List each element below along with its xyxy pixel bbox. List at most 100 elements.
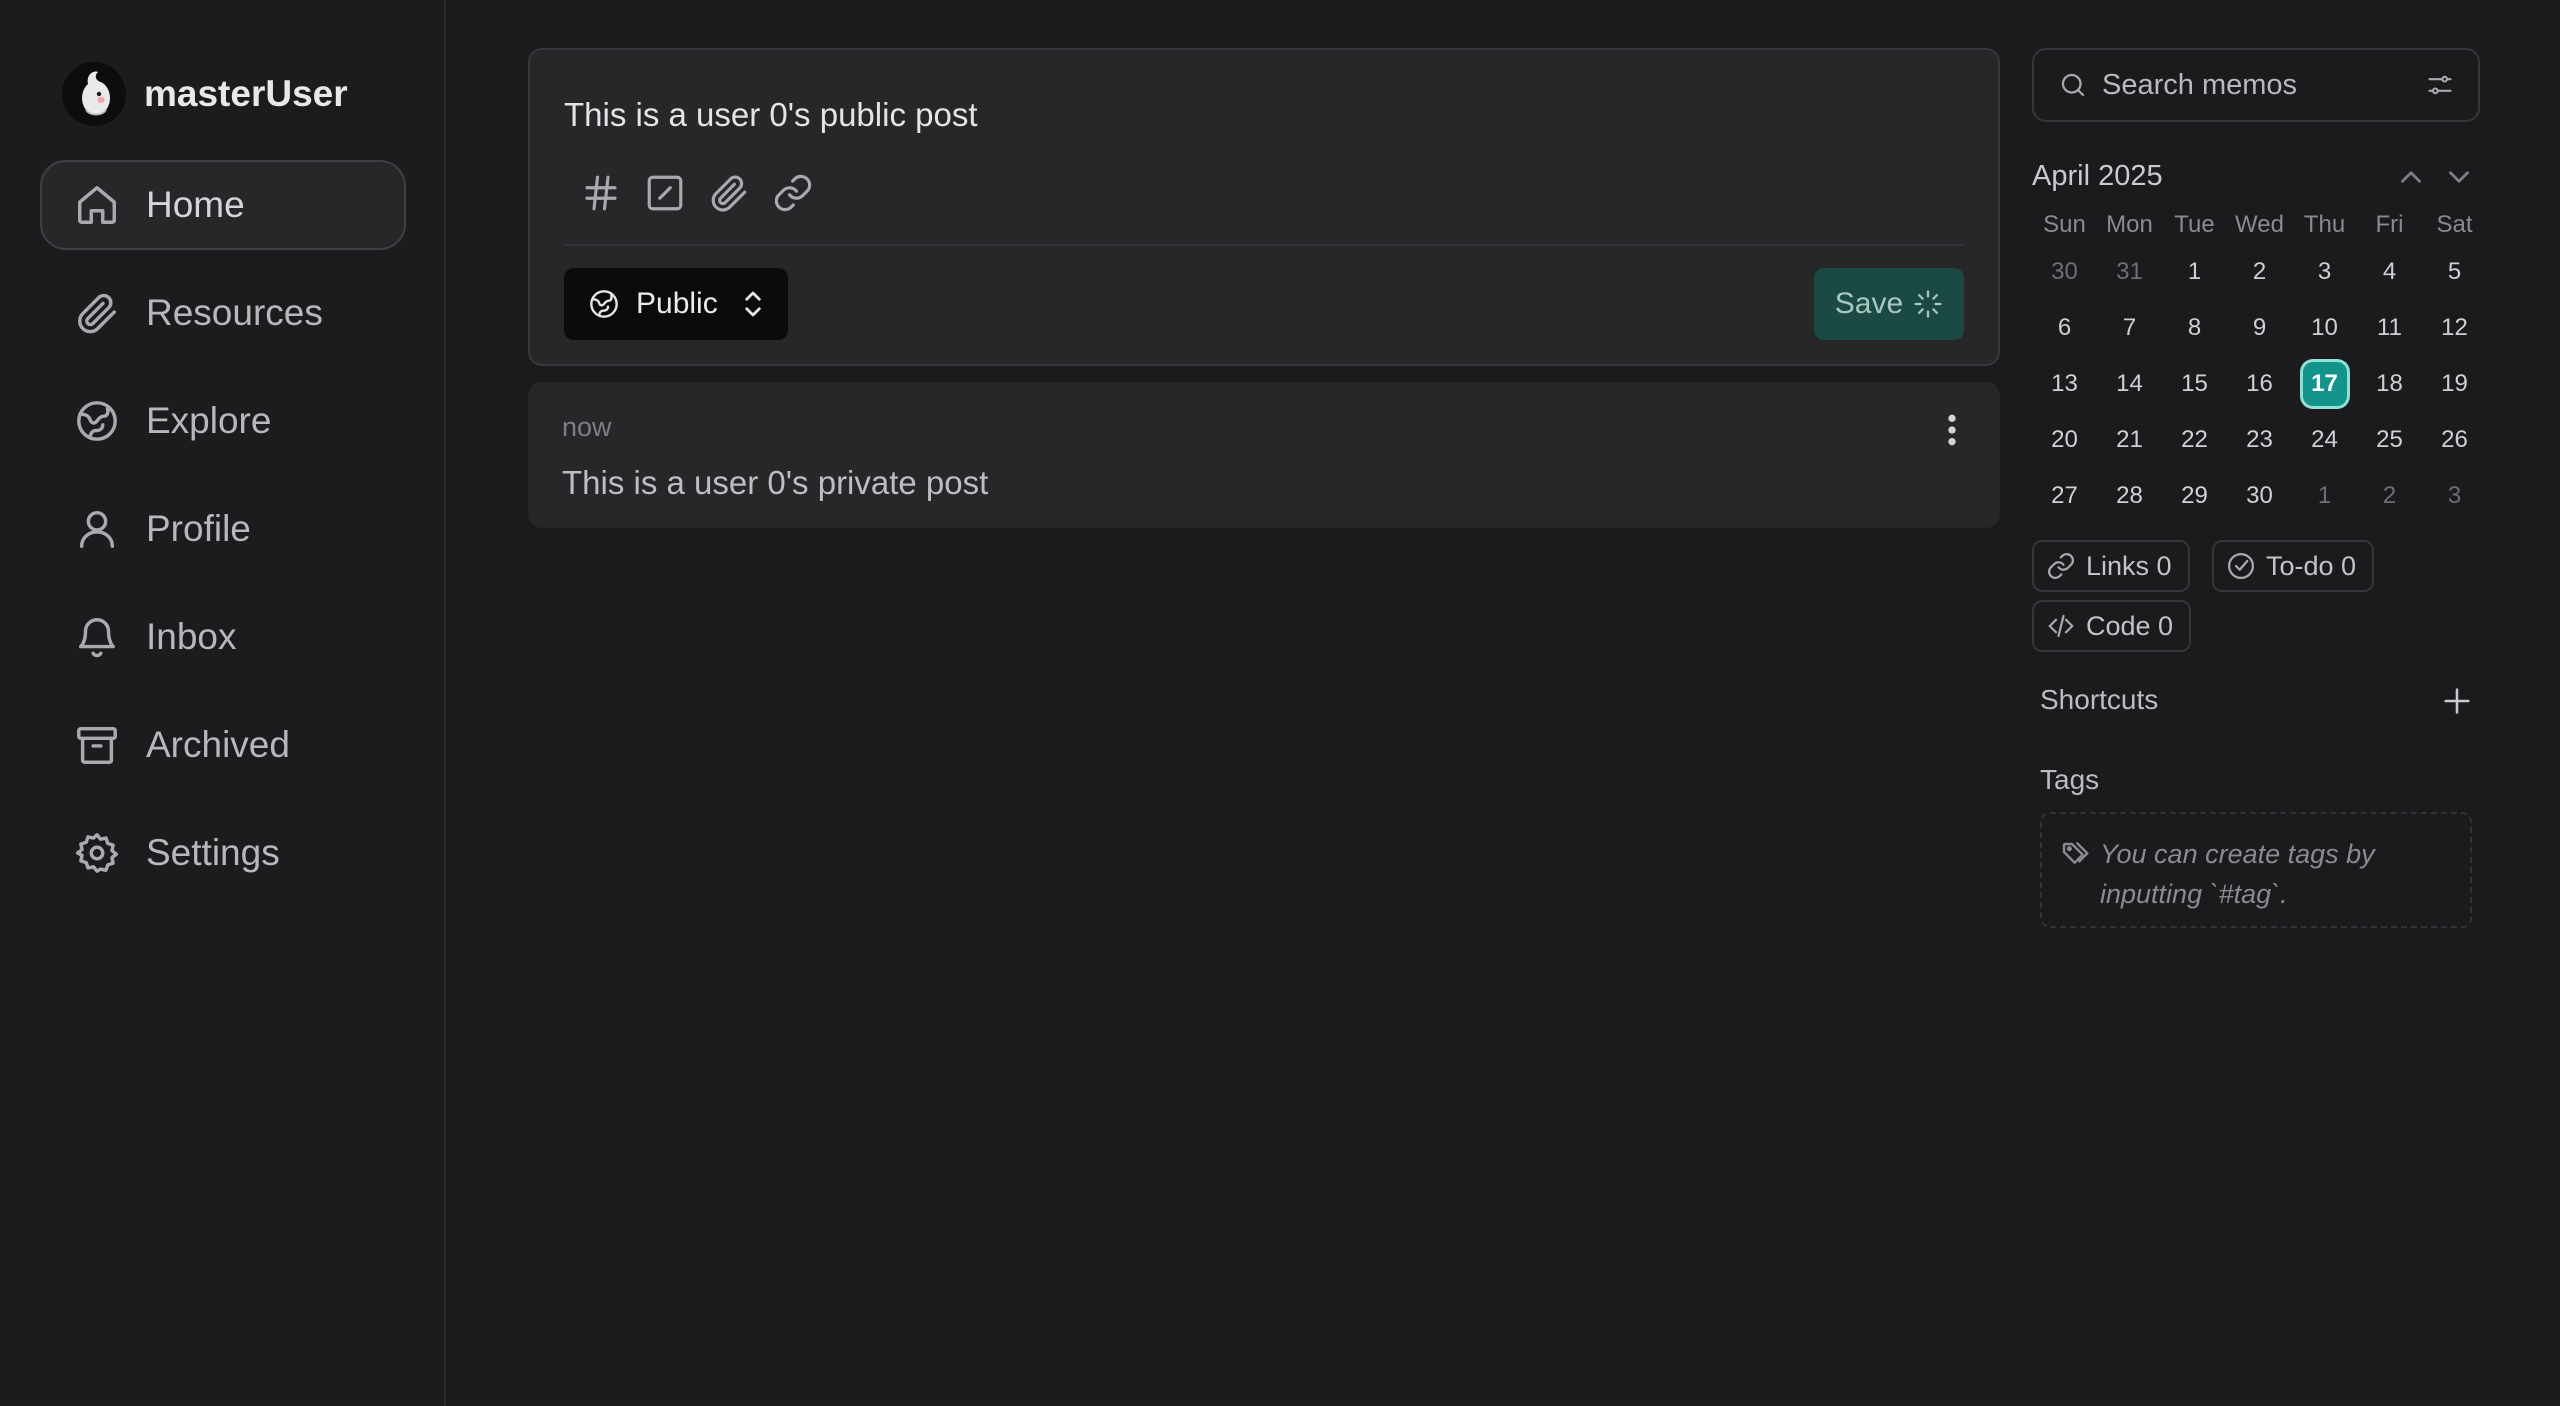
hash-icon[interactable] bbox=[580, 172, 622, 214]
calendar-day[interactable]: 26 bbox=[2422, 412, 2487, 468]
calendar-day[interactable]: 2 bbox=[2227, 244, 2292, 300]
globe-icon bbox=[77, 401, 117, 441]
sidebar-item-explore[interactable]: Explore bbox=[40, 376, 406, 466]
calendar-day[interactable]: 4 bbox=[2357, 244, 2422, 300]
save-button[interactable]: Save bbox=[1814, 268, 1964, 340]
calendar-day[interactable]: 15 bbox=[2162, 356, 2227, 412]
search-icon bbox=[2061, 73, 2085, 97]
chevron-up-down-icon bbox=[745, 291, 761, 317]
calendar-day[interactable]: 22 bbox=[2162, 412, 2227, 468]
calendar-day[interactable]: 27 bbox=[2032, 468, 2097, 524]
calendar-day[interactable]: 13 bbox=[2032, 356, 2097, 412]
calendar-day[interactable]: 14 bbox=[2097, 356, 2162, 412]
calendar-day[interactable]: 29 bbox=[2162, 468, 2227, 524]
plus-icon[interactable] bbox=[2440, 684, 2474, 718]
user-icon bbox=[79, 510, 115, 548]
memo-timestamp: now bbox=[562, 412, 612, 442]
calendar-title: April 2025 bbox=[2032, 160, 2163, 192]
calendar-day[interactable]: 16 bbox=[2227, 356, 2292, 412]
link-icon[interactable] bbox=[772, 172, 814, 214]
calendar-day-number: 6 bbox=[2057, 314, 2072, 341]
check-circle-icon bbox=[2228, 553, 2254, 579]
calendar-day[interactable]: 3 bbox=[2422, 468, 2487, 524]
links-stat[interactable]: Links 0 bbox=[2032, 540, 2190, 592]
search-input[interactable]: Search memos bbox=[2102, 69, 2426, 102]
tags-empty-hint: You can create tags by inputting `#tag`. bbox=[2040, 812, 2472, 928]
calendar-day[interactable]: 11 bbox=[2357, 300, 2422, 356]
calendar-day[interactable]: 3 bbox=[2292, 244, 2357, 300]
calendar-day-number: 21 bbox=[2116, 426, 2143, 453]
todo-stat[interactable]: To-do 0 bbox=[2212, 540, 2375, 592]
paperclip-icon bbox=[78, 293, 116, 334]
calendar-day[interactable]: 8 bbox=[2162, 300, 2227, 356]
save-label: Save bbox=[1834, 287, 1904, 320]
calendar-day-number: 14 bbox=[2116, 370, 2143, 397]
editor-input[interactable]: This is a user 0's public post bbox=[564, 96, 977, 134]
bell-icon bbox=[78, 618, 116, 658]
calendar-day[interactable]: 5 bbox=[2422, 244, 2487, 300]
calendar-day[interactable]: 7 bbox=[2097, 300, 2162, 356]
calendar-day[interactable]: 6 bbox=[2032, 300, 2097, 356]
calendar-day-number: 7 bbox=[2122, 314, 2137, 341]
calendar-day[interactable]: 2 bbox=[2357, 468, 2422, 524]
calendar-day[interactable]: 12 bbox=[2422, 300, 2487, 356]
sidebar-item-label: Archived bbox=[146, 724, 290, 765]
calendar-day[interactable]: 30 bbox=[2032, 244, 2097, 300]
sidebar-item-resources[interactable]: Resources bbox=[40, 268, 406, 358]
calendar-day[interactable]: 21 bbox=[2097, 412, 2162, 468]
calendar-day-number: 26 bbox=[2441, 426, 2468, 453]
archive-icon bbox=[77, 726, 117, 764]
user-profile[interactable]: masterUser bbox=[62, 62, 348, 126]
code-stat[interactable]: Code 0 bbox=[2032, 600, 2192, 652]
loader-icon bbox=[1914, 290, 1942, 318]
sidebar-item-settings[interactable]: Settings bbox=[40, 808, 406, 898]
calendar-day-number: 3 bbox=[2317, 258, 2332, 285]
sidebar-item-home[interactable]: Home bbox=[40, 160, 406, 250]
search-memos[interactable]: Search memos bbox=[2032, 48, 2480, 122]
calendar-day-number: 8 bbox=[2187, 314, 2202, 341]
calendar-day[interactable]: 25 bbox=[2357, 412, 2422, 468]
calendar-day[interactable]: 28 bbox=[2097, 468, 2162, 524]
calendar-day[interactable]: 9 bbox=[2227, 300, 2292, 356]
calendar-day[interactable]: 1 bbox=[2292, 468, 2357, 524]
sidebar-item-inbox[interactable]: Inbox bbox=[40, 592, 406, 682]
sidebar-item-label: Explore bbox=[146, 400, 272, 441]
chevron-up-icon[interactable] bbox=[2394, 160, 2428, 194]
calendar-day[interactable]: 30 bbox=[2227, 468, 2292, 524]
calendar-day-number: 23 bbox=[2246, 426, 2273, 453]
editor-toolbar bbox=[580, 172, 836, 214]
weekday-label: Tue bbox=[2174, 211, 2215, 238]
memo-content: This is a user 0's private post bbox=[562, 464, 989, 501]
calendar-day[interactable]: 1 bbox=[2162, 244, 2227, 300]
calendar-day[interactable]: 19 bbox=[2422, 356, 2487, 412]
calendar-day[interactable]: 31 bbox=[2097, 244, 2162, 300]
code-icon bbox=[2048, 614, 2074, 638]
sidebar-item-profile[interactable]: Profile bbox=[40, 484, 406, 574]
weekday-label: Thu bbox=[2303, 211, 2346, 238]
weekday-label: Wed bbox=[2235, 211, 2284, 238]
calendar-day-number: 17 bbox=[2302, 362, 2347, 406]
paperclip-icon[interactable] bbox=[708, 172, 750, 214]
calendar-day-number: 1 bbox=[2187, 258, 2202, 285]
calendar-day[interactable]: 18 bbox=[2357, 356, 2422, 412]
calendar-day[interactable]: 24 bbox=[2292, 412, 2357, 468]
checkbox-icon[interactable] bbox=[644, 172, 686, 214]
calendar-day[interactable]: 20 bbox=[2032, 412, 2097, 468]
todo-label: To-do 0 bbox=[2266, 550, 2357, 581]
calendar-day[interactable]: 10 bbox=[2292, 300, 2357, 356]
more-vertical-icon[interactable] bbox=[1942, 410, 1962, 450]
chevron-down-icon[interactable] bbox=[2442, 160, 2476, 194]
filter-settings-icon[interactable] bbox=[2426, 71, 2454, 99]
calendar-day-number: 10 bbox=[2311, 314, 2338, 341]
calendar-day-number: 19 bbox=[2441, 370, 2468, 397]
calendar-day-today[interactable]: 17 bbox=[2292, 356, 2357, 412]
code-label: Code 0 bbox=[2086, 610, 2174, 641]
visibility-select[interactable]: Public bbox=[564, 268, 788, 340]
calendar-day[interactable]: 23 bbox=[2227, 412, 2292, 468]
sidebar-item-archived[interactable]: Archived bbox=[40, 700, 406, 790]
calendar-day-number: 16 bbox=[2246, 370, 2273, 397]
tags-title: Tags bbox=[2040, 764, 2100, 795]
calendar-day-number: 1 bbox=[2317, 482, 2332, 509]
avatar[interactable] bbox=[62, 62, 126, 126]
tags-hint-line1: You can create tags by bbox=[2100, 839, 2375, 869]
